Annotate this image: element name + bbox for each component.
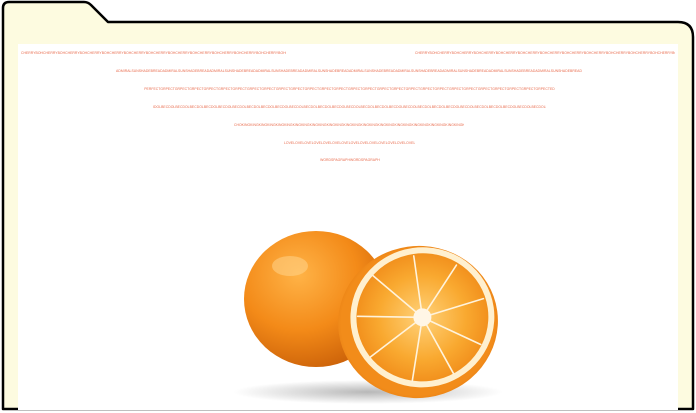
text-line-3: PERFECTGRPECTGRPECTGRPECTGRPECTGRPECTGRP…	[144, 87, 555, 91]
text-line-6: LOVELOVELOVELOVELOVELOVELOVELOVELOVELOVE…	[284, 141, 415, 145]
text-line-1a: CHERRYBOHCHERRYBOHCHERRYBOHCHERRYBOHCHER…	[21, 51, 286, 55]
whole-orange-highlight	[272, 256, 308, 276]
text-line-1b: CHERRYBOHCHERRYBOHCHERRYBOHCHERRYBOHCHER…	[415, 51, 675, 55]
text-line-2: ADMIRALSUNSHADEBREADADMIRALSUNSHADEBREAD…	[116, 69, 582, 73]
text-line-5: CHOKINGKINGKINGKINGKINGKINGKINGKINGKINGK…	[234, 123, 464, 127]
orange-image	[233, 231, 503, 404]
text-line-7: WORDSPAGRAPHWORDSPAGRAPH	[320, 158, 380, 162]
folder-content-area: CHERRYBOHCHERRYBOHCHERRYBOHCHERRYBOHCHER…	[18, 44, 678, 410]
text-line-4: IDOLBECDOLBECDOLBECDOLBECDOLBECDOLBECDOL…	[153, 105, 546, 109]
